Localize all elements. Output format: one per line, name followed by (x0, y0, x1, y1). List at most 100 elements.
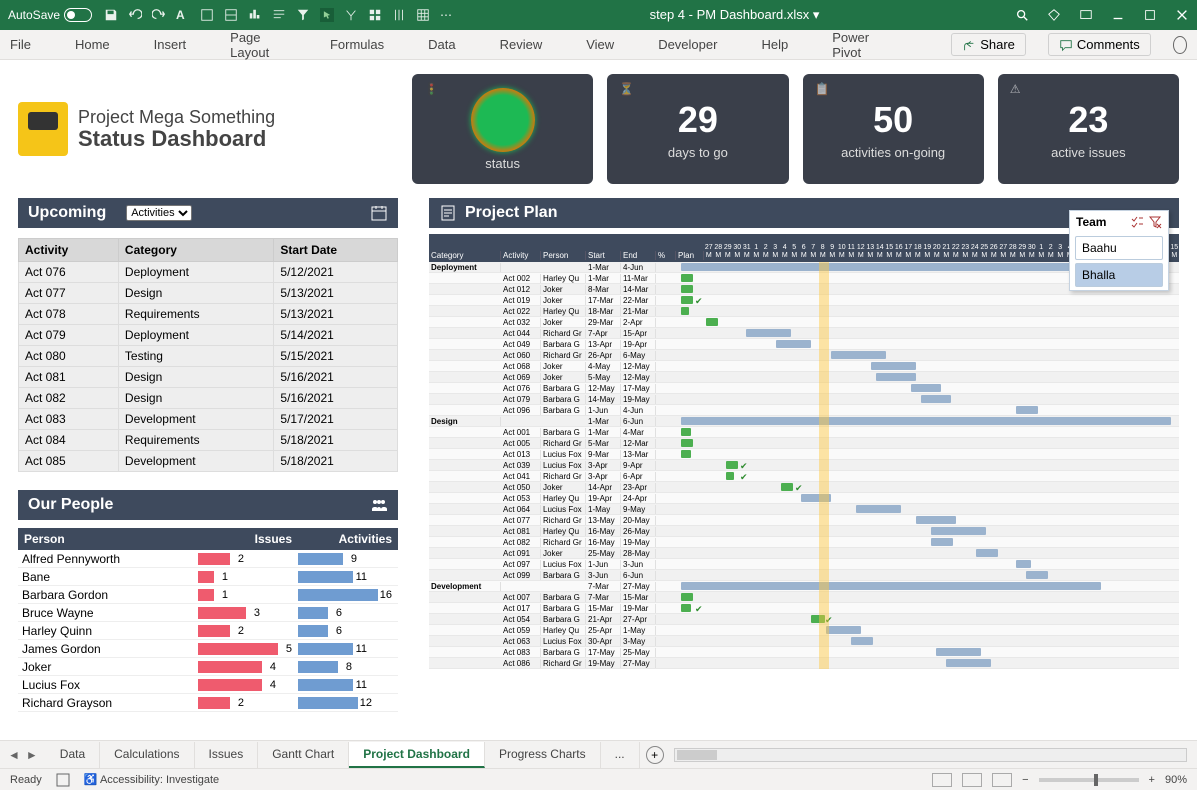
list-item[interactable]: Joker 4 8 (18, 658, 398, 676)
border2-icon[interactable] (224, 8, 238, 22)
ribbon-tab-developer[interactable]: Developer (658, 37, 717, 52)
gantt-row[interactable]: Act 096Barbara G1-Jun4-Jun (429, 405, 1179, 416)
ribbon-tab-data[interactable]: Data (428, 37, 455, 52)
ribbon-tab-home[interactable]: Home (75, 37, 110, 52)
gantt-row[interactable]: Act 005Richard Gr5-Mar12-Mar (429, 438, 1179, 449)
table-row[interactable]: Act 078Requirements5/13/2021 (19, 304, 398, 325)
grid2-icon[interactable] (392, 8, 406, 22)
share-button[interactable]: Share (951, 33, 1026, 56)
gantt-row[interactable]: Act 032Joker29-Mar2-Apr (429, 317, 1179, 328)
table-row[interactable]: Act 080Testing5/15/2021 (19, 346, 398, 367)
gantt-chart[interactable]: Category Activity Person Start End % Pla… (429, 234, 1179, 694)
autosave-toggle[interactable]: AutoSave (8, 8, 92, 22)
gantt-row[interactable]: Act 001Barbara G1-Mar4-Mar (429, 427, 1179, 438)
ribbon-tab-formulas[interactable]: Formulas (330, 37, 384, 52)
gantt-row[interactable]: Development7-Mar27-May (429, 581, 1179, 592)
undo-icon[interactable] (128, 8, 142, 22)
gantt-row[interactable]: Act 053Harley Qu19-Apr24-Apr (429, 493, 1179, 504)
ribbon-tab-help[interactable]: Help (761, 37, 788, 52)
table-row[interactable]: Act 085Development5/18/2021 (19, 451, 398, 472)
horizontal-scrollbar[interactable] (674, 748, 1187, 762)
accessibility-status[interactable]: ♿ Accessibility: Investigate (84, 773, 219, 786)
zoom-level[interactable]: 90% (1165, 774, 1187, 786)
filter-icon[interactable] (296, 8, 310, 22)
gantt-row[interactable]: Act 044Richard Gr7-Apr15-Apr (429, 328, 1179, 339)
gantt-row[interactable]: Act 017Barbara G15-Mar19-Mar✔ (429, 603, 1179, 614)
gantt-row[interactable]: Act 002Harley Qu1-Mar11-Mar (429, 273, 1179, 284)
slicer-option[interactable]: Bhalla (1075, 263, 1163, 287)
gantt-row[interactable]: Act 086Richard Gr19-May27-May (429, 658, 1179, 669)
ribbon-tab-insert[interactable]: Insert (154, 37, 187, 52)
table-row[interactable]: Act 081Design5/16/2021 (19, 367, 398, 388)
gantt-row[interactable]: Act 060Richard Gr26-Apr6-May (429, 350, 1179, 361)
sheet-tab[interactable]: Project Dashboard (349, 742, 485, 768)
ribbon-tab-file[interactable]: File (10, 37, 31, 52)
gantt-row[interactable]: Act 049Barbara G13-Apr19-Apr (429, 339, 1179, 350)
gantt-row[interactable]: Act 064Lucius Fox1-May9-May (429, 504, 1179, 515)
diamond-icon[interactable] (1047, 8, 1061, 22)
list-item[interactable]: Bruce Wayne 3 6 (18, 604, 398, 622)
gantt-row[interactable]: Act 039Lucius Fox3-Apr9-Apr✔ (429, 460, 1179, 471)
gantt-row[interactable]: Act 050Joker14-Apr23-Apr✔ (429, 482, 1179, 493)
view-normal-icon[interactable] (932, 773, 952, 787)
gantt-row[interactable]: Act 082Richard Gr16-May19-May (429, 537, 1179, 548)
search-icon[interactable] (1015, 8, 1029, 22)
sheet-tab[interactable]: Calculations (100, 742, 194, 768)
ribbon-tab-view[interactable]: View (586, 37, 614, 52)
ribbon-tab-power-pivot[interactable]: Power Pivot (832, 30, 885, 60)
feedback-icon[interactable] (1173, 36, 1187, 54)
gantt-row[interactable]: Act 019Joker17-Mar22-Mar✔ (429, 295, 1179, 306)
list-item[interactable]: Lucius Fox 4 11 (18, 676, 398, 694)
list-item[interactable]: Harley Quinn 2 6 (18, 622, 398, 640)
minimize-icon[interactable] (1111, 8, 1125, 22)
gantt-row[interactable]: Act 083Barbara G17-May25-May (429, 647, 1179, 658)
macro-icon[interactable] (56, 773, 70, 787)
zoom-in-icon[interactable]: + (1149, 774, 1155, 786)
list-item[interactable]: James Gordon 5 11 (18, 640, 398, 658)
table-row[interactable]: Act 084Requirements5/18/2021 (19, 430, 398, 451)
sheet-tab[interactable]: Progress Charts (485, 742, 601, 768)
save-icon[interactable] (104, 8, 118, 22)
zoom-out-icon[interactable]: − (1022, 774, 1028, 786)
slicer-option[interactable]: Baahu (1075, 236, 1163, 260)
gantt-row[interactable]: Act 097Lucius Fox1-Jun3-Jun (429, 559, 1179, 570)
view-pagebreak-icon[interactable] (992, 773, 1012, 787)
upcoming-filter[interactable]: Activities (126, 205, 192, 221)
border-icon[interactable] (200, 8, 214, 22)
sort-icon[interactable] (344, 8, 358, 22)
tab-next-icon[interactable]: ► (26, 748, 38, 762)
clear-filter-icon[interactable] (1148, 215, 1162, 229)
gantt-row[interactable]: Act 059Harley Qu25-Apr1-May (429, 625, 1179, 636)
table-row[interactable]: Act 079Deployment5/14/2021 (19, 325, 398, 346)
gantt-row[interactable]: Design1-Mar6-Jun (429, 416, 1179, 427)
gantt-row[interactable]: Act 068Joker4-May12-May (429, 361, 1179, 372)
table-row[interactable]: Act 076Deployment5/12/2021 (19, 262, 398, 283)
ribbon-tab-review[interactable]: Review (500, 37, 543, 52)
font-icon[interactable]: A (176, 8, 190, 22)
table-row[interactable]: Act 082Design5/16/2021 (19, 388, 398, 409)
redo-icon[interactable] (152, 8, 166, 22)
view-pagelayout-icon[interactable] (962, 773, 982, 787)
list-item[interactable]: Bane 1 11 (18, 568, 398, 586)
gantt-row[interactable]: Act 077Richard Gr13-May20-May (429, 515, 1179, 526)
team-slicer[interactable]: Team BaahuBhalla (1069, 210, 1169, 291)
filename[interactable]: step 4 - PM Dashboard.xlsx ▾ (454, 7, 1015, 23)
align-icon[interactable] (272, 8, 286, 22)
chart-icon[interactable] (248, 8, 262, 22)
tab-prev-icon[interactable]: ◄ (8, 748, 20, 762)
gantt-row[interactable]: Act 081Harley Qu16-May26-May (429, 526, 1179, 537)
zoom-slider[interactable] (1039, 778, 1139, 782)
gantt-row[interactable]: Act 079Barbara G14-May19-May (429, 394, 1179, 405)
gantt-row[interactable]: Act 013Lucius Fox9-Mar13-Mar (429, 449, 1179, 460)
gantt-row[interactable]: Act 099Barbara G3-Jun6-Jun (429, 570, 1179, 581)
sheet-tab[interactable]: Data (46, 742, 100, 768)
sheet-tab[interactable]: Gantt Chart (258, 742, 349, 768)
comments-button[interactable]: Comments (1048, 33, 1151, 56)
multiselect-icon[interactable] (1130, 215, 1144, 229)
sheet-tab[interactable]: Issues (195, 742, 259, 768)
gantt-row[interactable]: Act 012Joker8-Mar14-Mar (429, 284, 1179, 295)
list-item[interactable]: Richard Grayson 2 12 (18, 694, 398, 712)
table-icon[interactable] (416, 8, 430, 22)
list-item[interactable]: Alfred Pennyworth 2 9 (18, 550, 398, 568)
grid1-icon[interactable] (368, 8, 382, 22)
